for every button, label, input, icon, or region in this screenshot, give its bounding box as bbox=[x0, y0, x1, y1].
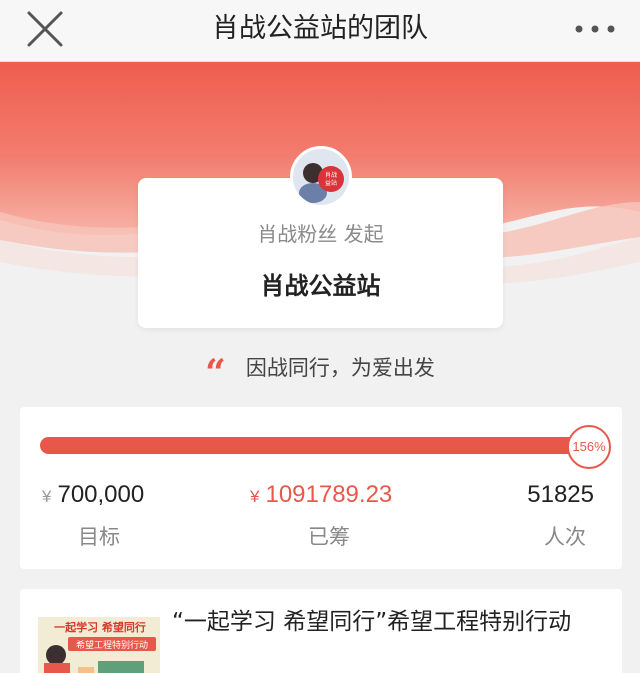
progress-percent-badge: 156% bbox=[567, 425, 611, 469]
top-navbar: 肖战公益站的团队 bbox=[0, 0, 640, 62]
close-icon[interactable] bbox=[24, 8, 66, 50]
progress-bar bbox=[40, 437, 588, 454]
raised-value: ¥1091789.23 bbox=[250, 481, 393, 508]
avatar: 肖战 益站 bbox=[290, 146, 352, 208]
fundraising-progress: 156% ¥700,000 目标 ¥1091789.23 已筹 51825 人次 bbox=[20, 407, 622, 569]
team-slogan: “ 因战同行，为爱出发 bbox=[0, 352, 640, 394]
page-title: 肖战公益站的团队 bbox=[212, 13, 428, 44]
donor-count-stat: 51825 人次 bbox=[474, 481, 594, 561]
quote-icon: “ bbox=[205, 352, 226, 394]
thumb-subline: 希望工程特别行动 bbox=[76, 639, 148, 651]
project-list-item[interactable]: 一起学习 希望同行 希望工程特别行动 “一起学习 希望同行”希望工程特别行动 bbox=[20, 589, 622, 673]
slogan-text: 因战同行，为爱出发 bbox=[245, 356, 435, 380]
team-initiator: 肖战粉丝 发起 bbox=[257, 222, 384, 246]
donor-count-value: 51825 bbox=[527, 481, 594, 508]
raised-label: 已筹 bbox=[308, 525, 350, 549]
goal-stat: ¥700,000 目标 bbox=[42, 481, 212, 561]
goal-value: ¥700,000 bbox=[42, 481, 145, 508]
svg-text:益站: 益站 bbox=[325, 179, 337, 187]
donor-count-label: 人次 bbox=[544, 525, 586, 549]
svg-text:肖战: 肖战 bbox=[325, 171, 337, 179]
raised-stat: ¥1091789.23 已筹 bbox=[250, 481, 440, 561]
more-icon[interactable] bbox=[572, 8, 618, 50]
thumb-headline: 一起学习 希望同行 bbox=[54, 620, 146, 634]
team-name: 肖战公益站 bbox=[260, 272, 381, 300]
goal-label: 目标 bbox=[78, 525, 120, 549]
project-title: “一起学习 希望同行”希望工程特别行动 bbox=[172, 609, 572, 635]
project-thumbnail: 一起学习 希望同行 希望工程特别行动 bbox=[38, 609, 160, 673]
